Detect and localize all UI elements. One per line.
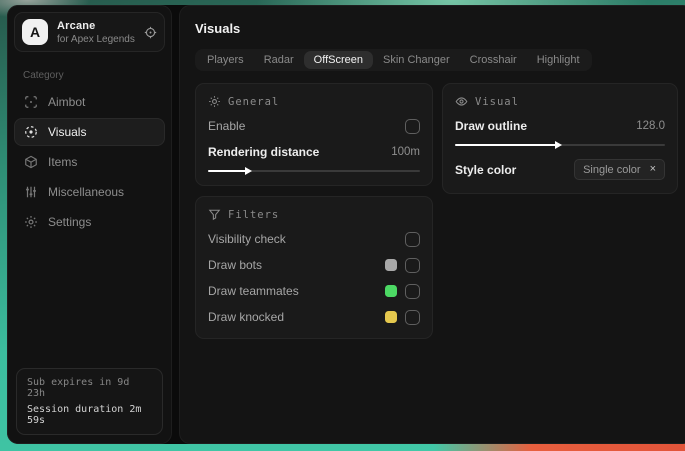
style-color-label: Style color [455,162,517,177]
visual-panel-title: Visual [475,95,519,108]
tab-radar[interactable]: Radar [254,51,304,69]
target-icon[interactable] [144,26,157,39]
rendering-distance-value: 100m [391,146,420,158]
app-logo: A [22,19,48,45]
general-panel-title: General [228,95,280,108]
draw-teammates-label: Draw teammates [208,284,299,298]
subscription-info: Sub expires in 9d 23h Session duration 2… [16,368,163,435]
sidebar-item-label: Miscellaneous [48,185,125,199]
filters-panel-header: Filters [208,208,420,221]
draw-teammates-color-swatch[interactable] [385,285,397,297]
visual-panel: Visual Draw outline 128.0 Style color Si… [442,83,678,194]
sidebar-item-settings[interactable]: Settings [14,208,165,236]
style-color-value: Single color [583,163,641,176]
sidebar-item-label: Settings [48,215,92,229]
sidebar-item-label: Items [48,155,78,169]
rendering-distance-label: Rendering distance [208,145,320,159]
sun-icon [208,95,221,108]
draw-bots-label: Draw bots [208,258,263,272]
draw-outline-label: Draw outline [455,119,528,133]
sidebar-item-items[interactable]: Items [14,148,165,176]
eye-icon [455,95,468,108]
rendering-distance-slider[interactable] [208,170,420,172]
session-duration-text: Session duration 2m 59s [27,404,142,426]
draw-knocked-checkbox[interactable] [405,309,420,325]
tab-bar: Players Radar OffScreen Skin Changer Cro… [195,49,592,71]
sidebar-item-aimbot[interactable]: Aimbot [14,88,165,116]
sidebar-item-visuals[interactable]: Visuals [14,118,165,146]
gear-icon [24,215,38,229]
enable-checkbox[interactable] [405,118,420,134]
filters-panel-title: Filters [228,208,280,221]
tab-highlight[interactable]: Highlight [527,51,590,69]
draw-bots-checkbox[interactable] [405,257,420,273]
draw-teammates-row: Draw teammates [208,283,420,299]
slider-fill [208,170,251,172]
style-color-row: Style color Single color × [455,159,665,180]
slider-fill [455,144,560,146]
sidebar-nav: Aimbot Visuals Items Miscellaneous Setti… [8,88,171,236]
app-window: A Arcane for Apex Legends Category Aimbo… [7,5,685,444]
filters-panel: Filters Visibility check Draw bots Draw … [195,196,433,339]
app-header-card: A Arcane for Apex Legends [14,12,165,52]
draw-knocked-label: Draw knocked [208,310,285,324]
sidebar: A Arcane for Apex Legends Category Aimbo… [7,5,172,444]
draw-knocked-row: Draw knocked [208,309,420,325]
app-identity: Arcane for Apex Legends [57,20,135,45]
visibility-check-row: Visibility check [208,231,420,247]
draw-bots-color-swatch[interactable] [385,259,397,271]
right-column: Visual Draw outline 128.0 Style color Si… [442,83,678,194]
sub-expires-text: Sub expires in 9d 23h [27,377,130,399]
sidebar-item-label: Visuals [48,125,87,139]
sidebar-item-miscellaneous[interactable]: Miscellaneous [14,178,165,206]
rendering-distance-row: Rendering distance 100m [208,144,420,160]
page-title: Visuals [195,21,241,36]
sidebar-item-label: Aimbot [48,95,86,109]
category-label: Category [23,70,64,81]
tab-skin-changer[interactable]: Skin Changer [373,51,460,69]
aimbot-crosshair-icon [24,95,38,109]
draw-teammates-checkbox[interactable] [405,283,420,299]
tab-offscreen[interactable]: OffScreen [303,51,373,69]
tab-players[interactable]: Players [197,51,254,69]
visual-panel-header: Visual [455,95,665,108]
sliders-icon [24,185,38,199]
tab-crosshair[interactable]: Crosshair [460,51,527,69]
left-column: General Enable Rendering distance 100m F… [195,83,433,339]
visuals-scan-eye-icon [24,125,38,139]
enable-row: Enable [208,118,420,134]
desktop-background: A Arcane for Apex Legends Category Aimbo… [0,0,685,451]
visibility-check-checkbox[interactable] [405,231,420,247]
funnel-icon [208,208,221,221]
style-color-dropdown[interactable]: Single color × [574,159,665,180]
clear-icon[interactable]: × [650,164,656,175]
general-panel-header: General [208,95,420,108]
tab-content: General Enable Rendering distance 100m F… [195,83,678,339]
draw-outline-value: 128.0 [636,120,665,132]
visibility-check-label: Visibility check [208,232,286,246]
main-content: Visuals Players Radar OffScreen Skin Cha… [179,5,685,444]
draw-outline-row: Draw outline 128.0 [455,118,665,134]
enable-label: Enable [208,119,246,133]
app-title: Arcane [57,19,96,32]
draw-bots-row: Draw bots [208,257,420,273]
general-panel: General Enable Rendering distance 100m [195,83,433,186]
items-cube-icon [24,155,38,169]
draw-outline-slider[interactable] [455,144,665,146]
app-subtitle: for Apex Legends [57,33,135,45]
draw-knocked-color-swatch[interactable] [385,311,397,323]
